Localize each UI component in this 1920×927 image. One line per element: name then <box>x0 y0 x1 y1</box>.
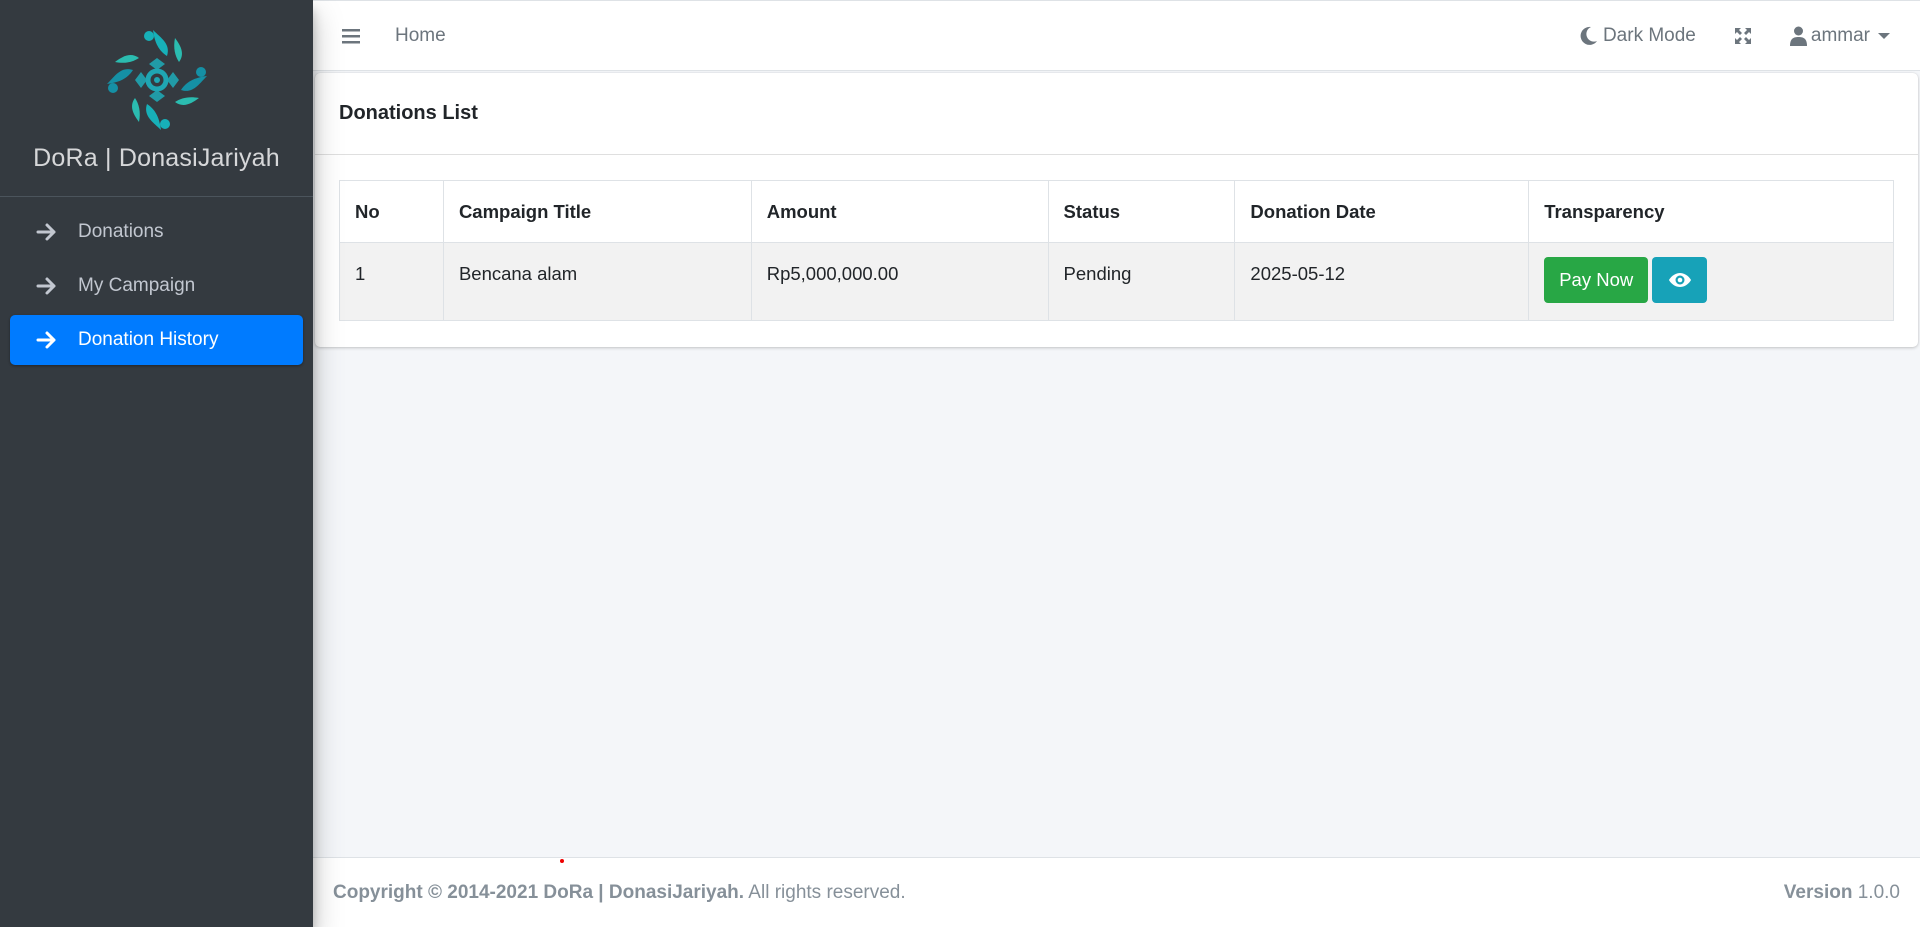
version-value: 1.0.0 <box>1852 881 1900 903</box>
cell-campaign-title: Bencana alam <box>442 242 752 321</box>
topbar: Home Dark Mode ammar <box>313 0 1920 71</box>
sidebar-item-label: Donation History <box>78 329 219 350</box>
card-body: No Campaign Title Amount Status Donation… <box>315 155 1918 346</box>
dora-logo-icon <box>106 30 207 130</box>
sidebar-item-donation-history[interactable]: Donation History <box>10 315 303 365</box>
copyright-text: Copyright © 2014-2021 DoRa | DonasiJariy… <box>333 881 745 903</box>
main-content: Donations List No Campaign Title Amount <box>313 71 1920 857</box>
brand-name: DoRa | DonasiJariyah <box>33 144 280 172</box>
sidebar-item-label: Donations <box>78 221 164 242</box>
donations-table: No Campaign Title Amount Status Donation… <box>339 180 1894 321</box>
cursor-dot <box>560 859 564 863</box>
column-header-status: Status <box>1047 180 1236 243</box>
sidebar: DoRa | DonasiJariyah Donations My Campai… <box>0 0 313 927</box>
cell-transparency: Pay Now <box>1528 242 1894 321</box>
moon-icon <box>1580 26 1597 45</box>
table-row: 1 Bencana alam Rp5,000,000.00 Pending 20… <box>339 242 1894 321</box>
fullscreen-button[interactable] <box>1734 27 1752 45</box>
hamburger-icon[interactable] <box>341 26 361 46</box>
table-header-row: No Campaign Title Amount Status Donation… <box>339 180 1894 243</box>
home-link[interactable]: Home <box>395 25 446 47</box>
cell-status: Pending <box>1047 242 1236 321</box>
column-header-amount: Amount <box>750 180 1049 243</box>
column-header-donation-date: Donation Date <box>1234 180 1530 243</box>
footer-copyright: Copyright © 2014-2021 DoRa | DonasiJariy… <box>333 882 906 904</box>
version-label: Version <box>1783 881 1853 903</box>
card-title: Donations List <box>315 73 1918 155</box>
footer-version: Version 1.0.0 <box>1784 882 1900 904</box>
brand[interactable]: DoRa | DonasiJariyah <box>0 0 313 197</box>
view-button[interactable] <box>1652 257 1708 303</box>
pay-now-button[interactable]: Pay Now <box>1544 257 1649 303</box>
expand-icon <box>1734 27 1751 44</box>
donations-card: Donations List No Campaign Title Amount <box>315 73 1918 347</box>
cell-amount: Rp5,000,000.00 <box>750 242 1049 321</box>
sidebar-nav: Donations My Campaign Donation History <box>0 197 313 379</box>
arrow-right-icon <box>36 275 58 297</box>
column-header-campaign-title: Campaign Title <box>442 180 752 243</box>
sidebar-item-donations[interactable]: Donations <box>10 207 303 257</box>
dark-mode-label: Dark Mode <box>1602 24 1696 46</box>
user-name: ammar <box>1810 24 1870 46</box>
arrow-right-icon <box>36 221 58 243</box>
rights-text: All rights reserved. <box>744 881 906 903</box>
topbar-right: Dark Mode ammar <box>1580 1 1920 70</box>
eye-icon <box>1668 273 1691 287</box>
dark-mode-toggle[interactable]: Dark Mode <box>1580 25 1696 47</box>
footer: Copyright © 2014-2021 DoRa | DonasiJariy… <box>313 857 1920 927</box>
column-header-no: No <box>339 180 444 243</box>
user-icon <box>1789 26 1807 46</box>
user-menu[interactable]: ammar <box>1789 24 1890 47</box>
cell-no: 1 <box>339 242 444 321</box>
chevron-down-icon <box>1878 32 1890 39</box>
cell-donation-date: 2025-05-12 <box>1234 242 1530 321</box>
column-header-transparency: Transparency <box>1528 180 1894 243</box>
arrow-right-icon <box>36 329 58 351</box>
sidebar-item-label: My Campaign <box>78 275 196 296</box>
sidebar-item-my-campaign[interactable]: My Campaign <box>10 261 303 311</box>
